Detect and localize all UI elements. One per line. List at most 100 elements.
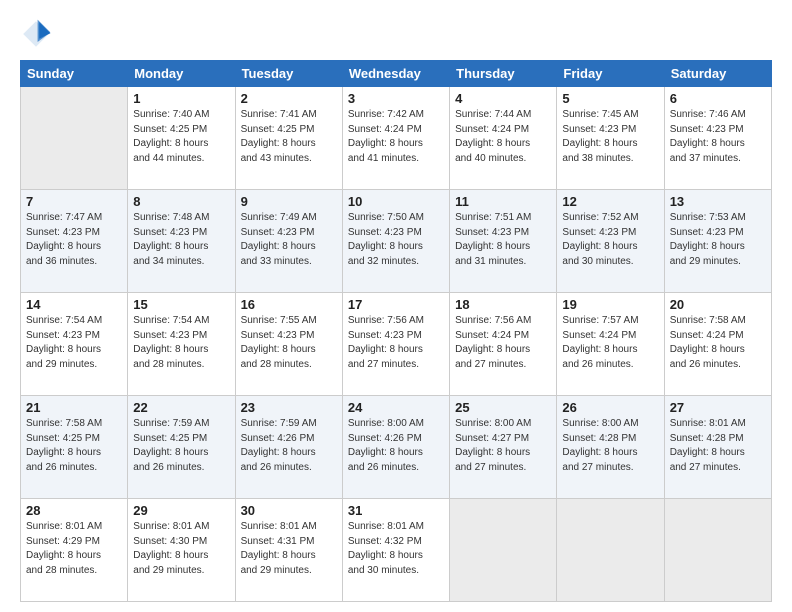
day-info: Sunrise: 7:51 AM Sunset: 4:23 PM Dayligh… [455,211,551,269]
day-info: Sunrise: 7:55 AM Sunset: 4:23 PM Dayligh… [241,314,337,372]
day-info: Sunrise: 7:50 AM Sunset: 4:23 PM Dayligh… [348,211,444,269]
calendar-cell: 20 Sunrise: 7:58 AM Sunset: 4:24 PM Dayli… [664,293,771,396]
day-info: Sunrise: 8:01 AM Sunset: 4:31 PM Dayligh… [241,520,337,578]
day-number: 8 [133,194,229,209]
day-number: 2 [241,91,337,106]
calendar-cell: 25 Sunrise: 8:00 AM Sunset: 4:27 PM Dayli… [450,396,557,499]
weekday-header-monday: Monday [128,61,235,87]
day-info: Sunrise: 8:01 AM Sunset: 4:29 PM Dayligh… [26,520,122,578]
calendar-cell: 13 Sunrise: 7:53 AM Sunset: 4:23 PM Dayli… [664,190,771,293]
logo-icon [20,18,52,50]
day-info: Sunrise: 7:49 AM Sunset: 4:23 PM Dayligh… [241,211,337,269]
calendar-cell: 23Sunrise: 7:59 AM Sunset: 4:26 PM Dayli… [235,396,342,499]
day-info: Sunrise: 8:00 AM Sunset: 4:28 PM Dayligh… [562,417,658,475]
day-info: Sunrise: 7:58 AM Sunset: 4:25 PM Dayligh… [26,417,122,475]
day-number: 4 [455,91,551,106]
calendar-cell: 2 Sunrise: 7:41 AM Sunset: 4:25 PM Daylig… [235,87,342,190]
calendar-cell: 28 Sunrise: 8:01 AM Sunset: 4:29 PM Dayli… [21,499,128,602]
day-number: 17 [348,297,444,312]
weekday-header-tuesday: Tuesday [235,61,342,87]
day-info: Sunrise: 7:54 AM Sunset: 4:23 PM Dayligh… [26,314,122,372]
day-number: 14 [26,297,122,312]
day-number: 9 [241,194,337,209]
day-number: 13 [670,194,766,209]
day-info: Sunrise: 7:48 AM Sunset: 4:23 PM Dayligh… [133,211,229,269]
calendar-cell: 15 Sunrise: 7:54 AM Sunset: 4:23 PM Dayli… [128,293,235,396]
day-number: 7 [26,194,122,209]
calendar-cell: 18Sunrise: 7:56 AM Sunset: 4:24 PM Dayli… [450,293,557,396]
day-number: 12 [562,194,658,209]
weekday-header-sunday: Sunday [21,61,128,87]
day-info: Sunrise: 7:54 AM Sunset: 4:23 PM Dayligh… [133,314,229,372]
calendar-cell: 12 Sunrise: 7:52 AM Sunset: 4:23 PM Dayli… [557,190,664,293]
day-info: Sunrise: 7:41 AM Sunset: 4:25 PM Dayligh… [241,108,337,166]
weekday-header-friday: Friday [557,61,664,87]
day-info: Sunrise: 8:01 AM Sunset: 4:28 PM Dayligh… [670,417,766,475]
calendar-cell: 8 Sunrise: 7:48 AM Sunset: 4:23 PM Daylig… [128,190,235,293]
day-number: 24 [348,400,444,415]
day-number: 28 [26,503,122,518]
calendar-cell: 5 Sunrise: 7:45 AM Sunset: 4:23 PM Daylig… [557,87,664,190]
calendar-cell: 1Sunrise: 7:40 AM Sunset: 4:25 PM Daylig… [128,87,235,190]
day-info: Sunrise: 7:53 AM Sunset: 4:23 PM Dayligh… [670,211,766,269]
week-row-0: 1Sunrise: 7:40 AM Sunset: 4:25 PM Daylig… [21,87,772,190]
week-row-2: 14 Sunrise: 7:54 AM Sunset: 4:23 PM Dayli… [21,293,772,396]
header [20,18,772,50]
day-info: Sunrise: 8:01 AM Sunset: 4:30 PM Dayligh… [133,520,229,578]
day-number: 21 [26,400,122,415]
calendar-cell: 29 Sunrise: 8:01 AM Sunset: 4:30 PM Dayli… [128,499,235,602]
calendar-cell [664,499,771,602]
day-info: Sunrise: 7:56 AM Sunset: 4:24 PM Dayligh… [455,314,551,372]
calendar-cell [21,87,128,190]
calendar-cell: 10 Sunrise: 7:50 AM Sunset: 4:23 PM Dayli… [342,190,449,293]
day-number: 3 [348,91,444,106]
day-info: Sunrise: 8:00 AM Sunset: 4:26 PM Dayligh… [348,417,444,475]
day-number: 15 [133,297,229,312]
week-row-1: 7 Sunrise: 7:47 AM Sunset: 4:23 PM Daylig… [21,190,772,293]
day-number: 23 [241,400,337,415]
weekday-header-wednesday: Wednesday [342,61,449,87]
logo [20,18,56,50]
day-number: 19 [562,297,658,312]
calendar-cell: 9 Sunrise: 7:49 AM Sunset: 4:23 PM Daylig… [235,190,342,293]
day-info: Sunrise: 8:00 AM Sunset: 4:27 PM Dayligh… [455,417,551,475]
day-number: 25 [455,400,551,415]
weekday-header-thursday: Thursday [450,61,557,87]
calendar-cell [557,499,664,602]
calendar-cell: 21 Sunrise: 7:58 AM Sunset: 4:25 PM Dayli… [21,396,128,499]
calendar-cell: 22 Sunrise: 7:59 AM Sunset: 4:25 PM Dayli… [128,396,235,499]
calendar-cell: 14 Sunrise: 7:54 AM Sunset: 4:23 PM Dayli… [21,293,128,396]
calendar-cell: 30 Sunrise: 8:01 AM Sunset: 4:31 PM Dayli… [235,499,342,602]
day-number: 5 [562,91,658,106]
week-row-3: 21 Sunrise: 7:58 AM Sunset: 4:25 PM Dayli… [21,396,772,499]
day-number: 27 [670,400,766,415]
day-number: 1 [133,91,229,106]
calendar-cell [450,499,557,602]
day-number: 22 [133,400,229,415]
day-number: 26 [562,400,658,415]
calendar-table: SundayMondayTuesdayWednesdayThursdayFrid… [20,60,772,602]
day-info: Sunrise: 7:52 AM Sunset: 4:23 PM Dayligh… [562,211,658,269]
day-number: 6 [670,91,766,106]
week-row-4: 28 Sunrise: 8:01 AM Sunset: 4:29 PM Dayli… [21,499,772,602]
calendar-cell: 3 Sunrise: 7:42 AM Sunset: 4:24 PM Daylig… [342,87,449,190]
calendar-cell: 19 Sunrise: 7:57 AM Sunset: 4:24 PM Dayli… [557,293,664,396]
day-info: Sunrise: 7:58 AM Sunset: 4:24 PM Dayligh… [670,314,766,372]
calendar-cell: 24 Sunrise: 8:00 AM Sunset: 4:26 PM Dayli… [342,396,449,499]
day-number: 29 [133,503,229,518]
day-number: 16 [241,297,337,312]
day-info: Sunrise: 7:45 AM Sunset: 4:23 PM Dayligh… [562,108,658,166]
day-number: 10 [348,194,444,209]
day-info: Sunrise: 7:44 AM Sunset: 4:24 PM Dayligh… [455,108,551,166]
day-number: 31 [348,503,444,518]
day-info: Sunrise: 7:47 AM Sunset: 4:23 PM Dayligh… [26,211,122,269]
day-info: Sunrise: 7:57 AM Sunset: 4:24 PM Dayligh… [562,314,658,372]
calendar-cell: 27 Sunrise: 8:01 AM Sunset: 4:28 PM Dayli… [664,396,771,499]
day-info: Sunrise: 7:46 AM Sunset: 4:23 PM Dayligh… [670,108,766,166]
day-info: Sunrise: 8:01 AM Sunset: 4:32 PM Dayligh… [348,520,444,578]
day-number: 30 [241,503,337,518]
calendar-cell: 7 Sunrise: 7:47 AM Sunset: 4:23 PM Daylig… [21,190,128,293]
day-info: Sunrise: 7:42 AM Sunset: 4:24 PM Dayligh… [348,108,444,166]
day-info: Sunrise: 7:59 AM Sunset: 4:25 PM Dayligh… [133,417,229,475]
day-number: 20 [670,297,766,312]
